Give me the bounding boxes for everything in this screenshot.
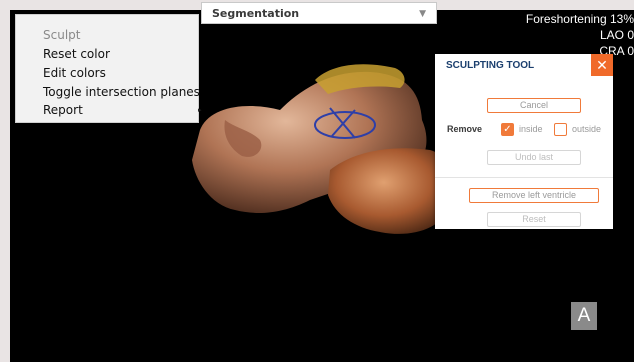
remove-label: Remove — [447, 124, 483, 134]
inside-checkbox[interactable]: ✓ — [501, 123, 514, 136]
view-orientation-button[interactable]: A — [571, 302, 597, 330]
outside-checkbox[interactable] — [554, 123, 567, 136]
submenu-arrow-icon: ▸ — [198, 106, 202, 114]
menu-item-toggle-intersection-planes[interactable]: Toggle intersection planes — [43, 83, 200, 101]
menu-item-edit-colors[interactable]: Edit colors — [43, 64, 106, 82]
panel-title: SCULPTING TOOL — [446, 60, 535, 71]
menu-item-report[interactable]: Report — [43, 101, 83, 119]
inside-label: inside — [519, 124, 543, 134]
outside-label: outside — [572, 124, 602, 134]
reset-button[interactable]: Reset — [487, 212, 581, 227]
foreshortening-readout: Foreshortening 13% — [525, 12, 634, 26]
close-icon[interactable]: ✕ — [591, 54, 613, 76]
sculpting-tool-panel: SCULPTING TOOL ✕ Cancel Remove ✓ inside … — [435, 54, 613, 229]
panel-divider — [435, 177, 613, 178]
ventricle-mass — [328, 148, 452, 234]
segmentation-selected-value: Segmentation — [212, 7, 300, 20]
segmentation-dropdown[interactable]: Segmentation ▼ — [201, 2, 437, 24]
menu-item-reset-color[interactable]: Reset color — [43, 45, 110, 63]
chevron-down-icon: ▼ — [419, 9, 426, 19]
context-menu: Sculpt Reset color Edit colors Toggle in… — [15, 14, 202, 123]
undo-last-button[interactable]: Undo last — [487, 150, 581, 165]
menu-item-sculpt[interactable]: Sculpt — [43, 26, 80, 44]
cancel-button[interactable]: Cancel — [487, 98, 581, 113]
remove-left-ventricle-button[interactable]: Remove left ventricle — [469, 188, 599, 203]
lao-readout: LAO 0 — [599, 28, 634, 42]
